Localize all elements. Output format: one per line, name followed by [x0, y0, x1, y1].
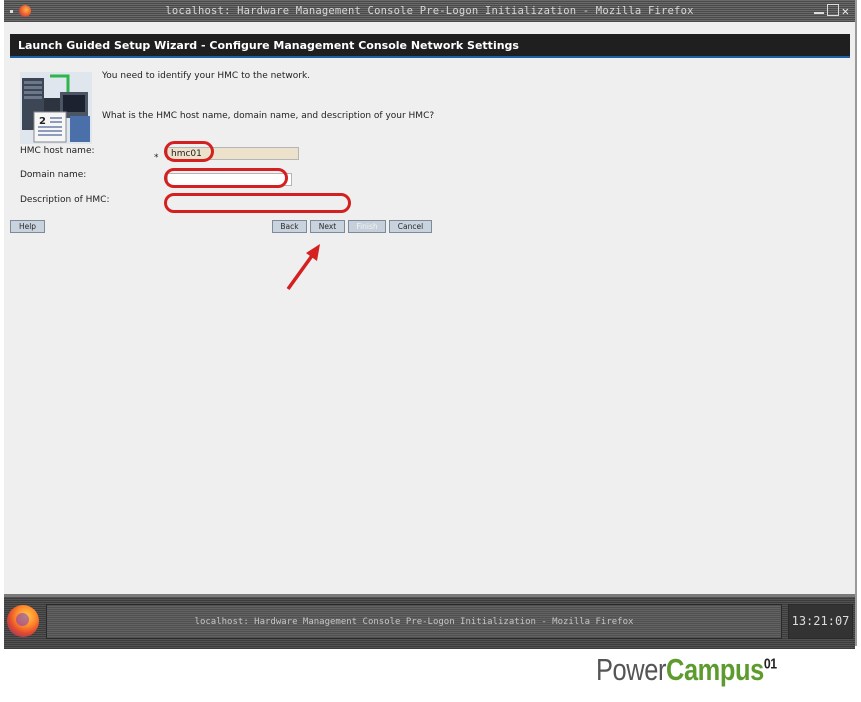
domain-name-input[interactable]	[167, 173, 292, 186]
window-title-bar[interactable]: localhost: Hardware Management Console P…	[4, 0, 855, 22]
taskbar-window-button[interactable]: localhost: Hardware Management Console P…	[46, 604, 782, 639]
back-button[interactable]: Back	[272, 220, 307, 233]
desktop-screen: localhost: Hardware Management Console P…	[4, 0, 857, 649]
step-number: 2	[39, 116, 46, 127]
pointer-arrow-icon	[286, 244, 320, 291]
host-name-label: HMC host name:	[20, 146, 95, 156]
intro-message: You need to identify your HMC to the net…	[102, 71, 311, 81]
question-message: What is the HMC host name, domain name, …	[102, 111, 435, 121]
wizard-page: Launch Guided Setup Wizard - Configure M…	[4, 22, 855, 594]
maximize-icon[interactable]	[826, 4, 839, 16]
close-icon[interactable]: ✕	[842, 4, 849, 18]
taskbar-clock: 13:21:07	[788, 604, 853, 639]
window-menu-icon[interactable]	[10, 9, 13, 13]
network-setup-icon: 2	[20, 72, 92, 144]
description-input[interactable]	[167, 197, 347, 210]
wizard-header: Launch Guided Setup Wizard - Configure M…	[10, 34, 850, 58]
next-button[interactable]: Next	[310, 220, 345, 233]
window-title: localhost: Hardware Management Console P…	[165, 5, 694, 17]
logo-part-1: Power	[596, 652, 667, 687]
taskbar: localhost: Hardware Management Console P…	[4, 594, 855, 649]
firefox-icon	[19, 5, 31, 17]
window-controls: ✕	[809, 4, 855, 18]
logo-part-2: Campus	[666, 652, 764, 687]
minimize-icon[interactable]	[813, 4, 824, 14]
domain-name-label: Domain name:	[20, 170, 87, 180]
help-button[interactable]: Help	[10, 220, 45, 233]
firefox-launcher-icon[interactable]	[7, 605, 39, 637]
required-marker: *	[154, 153, 159, 163]
description-label: Description of HMC:	[20, 195, 110, 205]
powercampus-logo: PowerCampus01	[596, 652, 777, 688]
logo-superscript: 01	[763, 655, 777, 673]
host-name-input[interactable]	[167, 147, 299, 160]
cancel-button[interactable]: Cancel	[389, 220, 432, 233]
window-menu-area[interactable]	[4, 5, 50, 17]
finish-button[interactable]: Finish	[348, 220, 386, 233]
